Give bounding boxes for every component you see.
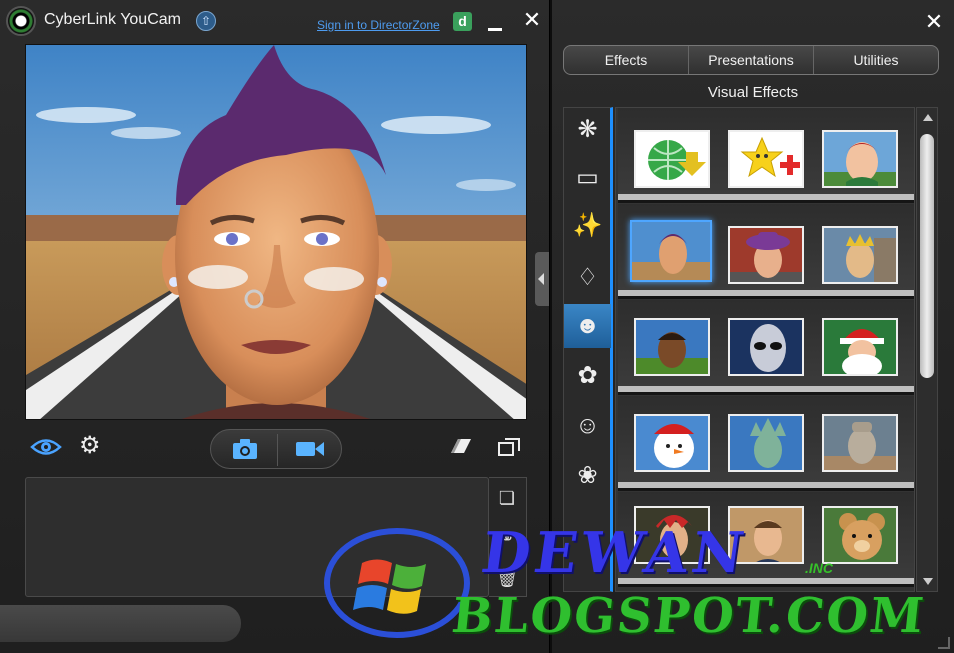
app-root: CyberLink YouCam ⇧ Sign in to DirectorZo…: [0, 0, 954, 653]
video-camera-icon[interactable]: [295, 438, 325, 460]
download-effects-thumb[interactable]: [634, 130, 710, 188]
watermark-inc: .INC: [805, 560, 833, 576]
santa-avatar-thumb[interactable]: [822, 318, 898, 376]
avatar-preview-image: [26, 45, 526, 419]
screen-frame-icon[interactable]: ▭: [564, 156, 611, 200]
avatar-thumb[interactable]: [634, 318, 710, 376]
resize-grip-icon[interactable]: [938, 637, 950, 649]
special-icon[interactable]: ❀: [564, 454, 611, 498]
app-title: CyberLink YouCam: [44, 11, 181, 28]
minimize-button[interactable]: [488, 28, 502, 31]
directorzone-icon[interactable]: d: [453, 12, 472, 31]
camera-icon[interactable]: [231, 437, 259, 461]
add-avatar-thumb[interactable]: [728, 130, 804, 188]
avatar-thumb[interactable]: [822, 130, 898, 188]
copy-icon[interactable]: ❏: [495, 486, 519, 510]
shelf-row: [618, 396, 914, 488]
upgrade-arrow-icon[interactable]: ⇧: [196, 11, 216, 31]
tab-utilities[interactable]: Utilities: [814, 46, 938, 74]
teddy-bear-thumb[interactable]: [822, 506, 898, 564]
main-window: CyberLink YouCam ⇧ Sign in to DirectorZo…: [0, 0, 550, 653]
shelf-row: [618, 108, 914, 200]
mask-icon[interactable]: ♢: [564, 256, 611, 300]
gallery-scrollbar[interactable]: [0, 605, 241, 642]
title-bar: CyberLink YouCam ⇧ Sign in to DirectorZo…: [0, 0, 550, 40]
camera-preview[interactable]: [25, 44, 527, 420]
capture-gallery[interactable]: [25, 477, 489, 597]
effects-tabbar: Effects Presentations Utilities: [563, 45, 939, 75]
eye-icon[interactable]: [30, 436, 62, 458]
capture-toolbar: ⚙: [0, 428, 550, 470]
avatar-thumb[interactable]: [728, 226, 804, 284]
statue-of-liberty-thumb[interactable]: [728, 414, 804, 472]
section-title: Visual Effects: [707, 84, 799, 101]
alien-avatar-thumb[interactable]: [728, 318, 804, 376]
youcam-logo-icon: [6, 6, 36, 36]
panel-toggle-handle[interactable]: [535, 252, 549, 306]
scroll-thumb[interactable]: [920, 134, 934, 378]
terracotta-avatar-thumb[interactable]: [822, 414, 898, 472]
eraser-icon[interactable]: [450, 438, 472, 454]
effects-close-button[interactable]: ✕: [923, 11, 945, 33]
snowman-avatar-thumb[interactable]: [634, 414, 710, 472]
close-button[interactable]: ✕: [521, 9, 543, 31]
effects-scrollbar[interactable]: [916, 107, 938, 592]
shelf-row: [618, 204, 914, 296]
avatar-thumb[interactable]: [822, 226, 898, 284]
avatar-thumb-selected[interactable]: [630, 220, 712, 282]
emotion-icon[interactable]: ☺: [564, 404, 611, 448]
watermark-dewan: DEWAN: [477, 520, 752, 586]
particle-icon[interactable]: ✿: [564, 354, 611, 398]
scroll-up-icon[interactable]: [923, 114, 933, 121]
magic-wand-icon[interactable]: ✨: [564, 204, 611, 248]
fullscreen-icon[interactable]: [497, 437, 521, 457]
shelf-row: [618, 300, 914, 392]
frame-effects-icon[interactable]: ❋: [564, 108, 611, 152]
capture-divider: [277, 434, 278, 466]
scroll-down-icon[interactable]: [923, 578, 933, 585]
tab-presentations[interactable]: Presentations: [689, 46, 814, 74]
avatar-icon[interactable]: ☻: [564, 304, 611, 348]
capture-mode-group: [210, 429, 342, 469]
signin-directorzone-link[interactable]: Sign in to DirectorZone: [317, 18, 440, 32]
watermark-blogspot: BLOGSPOT.COM: [449, 588, 929, 644]
gear-icon[interactable]: ⚙: [79, 434, 103, 458]
tab-effects[interactable]: Effects: [564, 46, 689, 74]
